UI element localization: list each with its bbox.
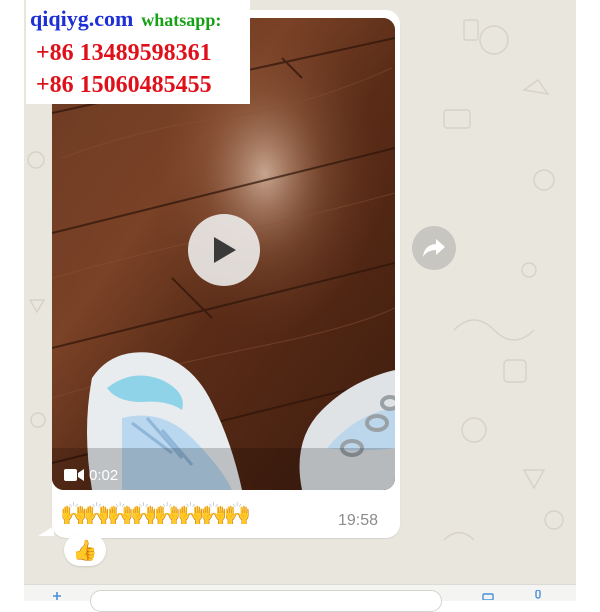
message-input[interactable]: [90, 590, 442, 612]
watermark-overlay: qiqiyg.com whatsapp: +86 13489598361 +86 …: [26, 0, 250, 104]
message-emoji-text: 🙌🙌🙌🙌🙌🙌🙌🙌: [60, 502, 251, 527]
video-camera-icon: [64, 469, 84, 481]
watermark-label: whatsapp:: [141, 10, 222, 30]
microphone-icon[interactable]: [532, 590, 544, 600]
thumbs-up-icon: 👍: [72, 538, 98, 562]
forward-arrow-icon: [423, 239, 445, 257]
watermark-site: qiqiyg.com: [30, 6, 134, 31]
watermark-phone-1: +86 13489598361: [36, 40, 212, 66]
watermark-header: qiqiyg.com whatsapp:: [30, 6, 221, 32]
watermark-phone-2: +86 15060485455: [36, 72, 212, 98]
camera-icon[interactable]: [482, 592, 494, 600]
video-duration: 0:02: [89, 466, 119, 484]
play-icon: [214, 237, 236, 263]
plus-icon[interactable]: [52, 592, 62, 600]
forward-button[interactable]: [412, 226, 456, 270]
video-duration-overlay: 0:02: [64, 466, 118, 484]
play-button[interactable]: [188, 214, 260, 286]
reaction-badge[interactable]: 👍: [64, 534, 106, 566]
message-timestamp: 19:58: [338, 512, 379, 529]
